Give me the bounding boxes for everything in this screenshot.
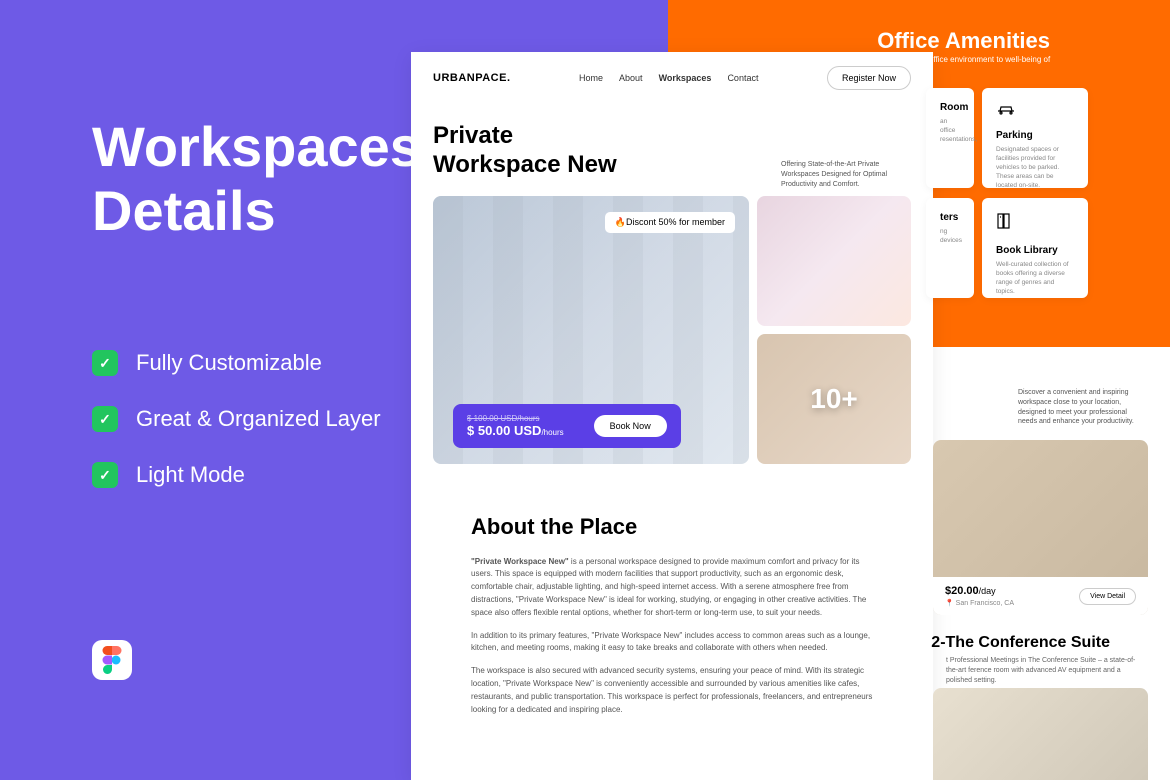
amenity-card-room: Room an office resentations, xyxy=(926,88,974,188)
hero-subtitle: Offering State-of-the-Art Private Worksp… xyxy=(781,160,911,189)
gallery-thumb-1[interactable] xyxy=(757,196,911,326)
amenity-card-library: Book Library Well-curated collection of … xyxy=(982,198,1088,298)
about-paragraph-2: In addition to its primary features, "Pr… xyxy=(471,630,873,656)
nav-link-contact[interactable]: Contact xyxy=(727,73,758,83)
amenity-title: Parking xyxy=(996,130,1074,141)
check-icon: ✓ xyxy=(92,406,118,432)
nearby-description: Discover a convenient and inspiring work… xyxy=(1018,388,1146,427)
nav-link-home[interactable]: Home xyxy=(579,73,603,83)
promo-title: Workspaces Details xyxy=(92,115,421,244)
navigation: URBANPACE. Home About Workspaces Contact… xyxy=(411,52,933,104)
book-icon xyxy=(996,212,1074,235)
logo[interactable]: URBANPACE. xyxy=(433,72,511,84)
hero-section: Private Workspace New Offering State-of-… xyxy=(411,104,933,180)
amenity-title: Room xyxy=(940,102,960,113)
feature-text: Fully Customizable xyxy=(136,350,322,376)
check-icon: ✓ xyxy=(92,462,118,488)
amenity-desc: an office resentations, xyxy=(940,117,960,144)
check-icon: ✓ xyxy=(92,350,118,376)
amenity-desc: Well-curated collection of books offerin… xyxy=(996,260,1074,296)
figma-icon xyxy=(92,640,132,680)
amenity-title: ters xyxy=(940,212,960,223)
nearby-location: 📍 San Francisco, CA xyxy=(945,599,1014,607)
features-list: ✓ Fully Customizable ✓ Great & Organized… xyxy=(92,350,381,518)
nearby-price-block: $20.00/day 📍 San Francisco, CA xyxy=(945,585,1014,607)
nearby-price: $20.00/day xyxy=(945,585,1014,597)
new-price: $ 50.00 USD/hours xyxy=(467,423,564,438)
nearby-info-bar: $20.00/day 📍 San Francisco, CA View Deta… xyxy=(933,577,1148,615)
feature-item: ✓ Fully Customizable xyxy=(92,350,381,376)
feature-item: ✓ Light Mode xyxy=(92,462,381,488)
about-title: About the Place xyxy=(471,514,873,540)
nav-link-about[interactable]: About xyxy=(619,73,643,83)
feature-item: ✓ Great & Organized Layer xyxy=(92,406,381,432)
register-button[interactable]: Register Now xyxy=(827,66,911,90)
amenity-title: Book Library xyxy=(996,245,1074,256)
gallery-main: 🔥Discont 50% for member $ 100.00 USD/hou… xyxy=(433,196,749,464)
conference-title: 2-The Conference Suite xyxy=(931,634,1110,652)
feature-text: Light Mode xyxy=(136,462,245,488)
amenity-card-parking: Parking Designated spaces or facilities … xyxy=(982,88,1088,188)
workspace-detail-card: URBANPACE. Home About Workspaces Contact… xyxy=(411,52,933,780)
amenity-desc: ng devices xyxy=(940,227,960,245)
nav-links: Home About Workspaces Contact xyxy=(579,73,758,83)
about-paragraph-3: The workspace is also secured with advan… xyxy=(471,665,873,716)
old-price: $ 100.00 USD/hours xyxy=(467,414,564,423)
amenity-desc: Designated spaces or facilities provided… xyxy=(996,145,1074,190)
main-workspace-image[interactable]: 🔥Discont 50% for member $ 100.00 USD/hou… xyxy=(433,196,749,464)
amenities-title: Office Amenities xyxy=(877,28,1050,54)
car-icon xyxy=(996,102,1074,120)
feature-text: Great & Organized Layer xyxy=(136,406,381,432)
price-info: $ 100.00 USD/hours $ 50.00 USD/hours xyxy=(467,414,564,438)
conference-desc: t Professional Meetings in The Conferenc… xyxy=(946,656,1146,685)
gallery-side: 10+ xyxy=(757,196,911,464)
conference-image[interactable] xyxy=(933,688,1148,780)
amenity-card-printers: ters ng devices xyxy=(926,198,974,298)
about-section: About the Place "Private Workspace New" … xyxy=(411,464,933,717)
more-photos-count: 10+ xyxy=(810,383,858,415)
gallery-thumb-more[interactable]: 10+ xyxy=(757,334,911,464)
price-card: $ 100.00 USD/hours $ 50.00 USD/hours Boo… xyxy=(453,404,681,448)
about-paragraph-1: "Private Workspace New" is a personal wo… xyxy=(471,556,873,620)
view-detail-button[interactable]: View Detail xyxy=(1079,588,1136,605)
gallery: 🔥Discont 50% for member $ 100.00 USD/hou… xyxy=(411,180,933,464)
book-now-button[interactable]: Book Now xyxy=(594,415,667,437)
nearby-workspace-card[interactable]: $20.00/day 📍 San Francisco, CA View Deta… xyxy=(933,440,1148,615)
discount-tag: 🔥Discont 50% for member xyxy=(605,212,735,233)
nav-link-workspaces[interactable]: Workspaces xyxy=(659,73,712,83)
